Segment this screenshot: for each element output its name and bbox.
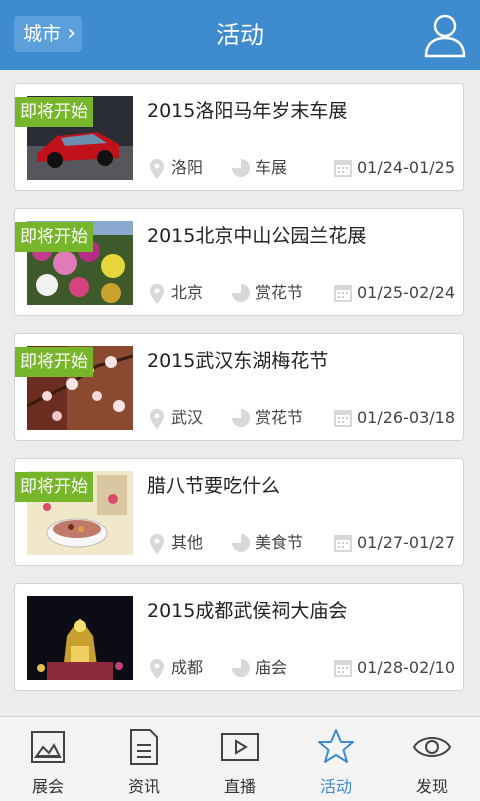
tab-discover[interactable]: 发现 [384,717,480,801]
calendar-icon [334,285,352,302]
tab-label: 发现 [415,777,448,796]
event-card[interactable]: 即将开始 腊八节要吃什么 其他 美食节 01/27-01/27 [14,458,464,566]
status-badge: 即将开始 [15,472,93,502]
eye-icon [412,737,452,757]
picture-icon [31,731,65,763]
event-thumbnail [27,596,133,680]
event-title: 腊八节要吃什么 [147,475,281,497]
tag-icon [232,159,250,177]
location-pin-icon [150,284,164,304]
event-card[interactable]: 2015成都武侯祠大庙会 成都 庙会 01/28-02/10 [14,583,464,691]
event-title: 2015武汉东湖梅花节 [147,350,329,372]
document-icon [130,729,158,765]
play-icon [221,733,259,761]
event-title: 2015成都武侯祠大庙会 [147,600,348,622]
top-bar: 城市 › 活动 [0,0,480,70]
calendar-icon [334,160,352,177]
tab-label: 展会 [31,777,64,796]
status-badge: 即将开始 [15,347,93,377]
tab-label: 直播 [223,777,256,796]
star-icon [318,729,354,763]
calendar-icon [334,535,352,552]
tab-live[interactable]: 直播 [192,717,288,801]
location-pin-icon [150,409,164,429]
event-card[interactable]: 即将开始 2015洛阳马年岁末车展 洛阳 车展 01/24-01/25 [14,83,464,191]
status-badge: 即将开始 [15,222,93,252]
location-pin-icon [150,159,164,179]
tag-icon [232,659,250,677]
event-card[interactable]: 即将开始 2015武汉东湖梅花节 武汉 赏花节 01/26-03/18 [14,333,464,441]
event-title: 2015洛阳马年岁末车展 [147,100,348,122]
calendar-icon [334,410,352,427]
tag-icon [232,409,250,427]
page-title: 活动 [216,21,264,49]
status-badge: 即将开始 [15,97,93,127]
tab-label: 资讯 [127,777,160,796]
bottom-tab-bar: 展会 资讯 直播 活动 发现 [0,716,480,801]
tab-activities[interactable]: 活动 [288,717,384,801]
tab-label: 活动 [319,777,352,796]
tag-icon [232,284,250,302]
tab-exhibition[interactable]: 展会 [0,717,96,801]
event-card[interactable]: 即将开始 2015北京中山公园兰花展 北京 赏花节 01/25-02/24 [14,208,464,316]
location-pin-icon [150,659,164,679]
event-title: 2015北京中山公园兰花展 [147,225,367,247]
location-pin-icon [150,534,164,554]
tag-icon [232,534,250,552]
calendar-icon [334,660,352,677]
user-profile-icon[interactable] [420,10,470,60]
tab-news[interactable]: 资讯 [96,717,192,801]
